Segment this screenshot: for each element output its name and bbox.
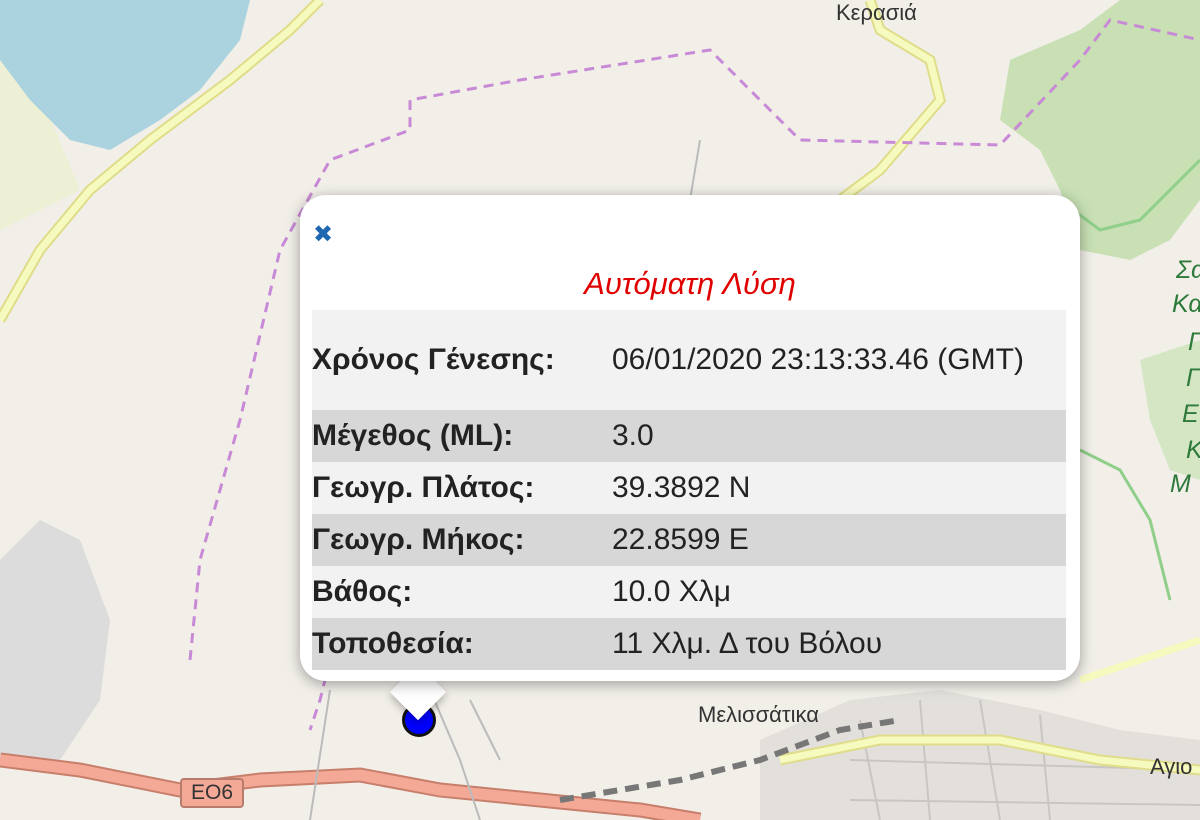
place-label-green-6: Κ (1186, 436, 1200, 465)
popup-close-button[interactable]: ✖ (312, 223, 334, 247)
location-value: 11 Χλμ. Δ του Βόλου (612, 627, 883, 660)
table-row: Τοποθεσία: 11 Χλμ. Δ του Βόλου (312, 618, 1066, 670)
depth-label: Βάθος: (312, 575, 413, 608)
depth-value: 10.0 Χλμ (612, 575, 732, 608)
longitude-label: Γεωγρ. Μήκος: (312, 523, 525, 556)
road-shield-eo6: EO6 (180, 778, 244, 808)
place-label-kerasia: Κερασιά (836, 0, 917, 25)
latitude-value: 39.3892 N (612, 471, 751, 504)
place-label-green-7: Μ (1170, 470, 1191, 498)
popup-title: Αυτόματη Λύση (584, 266, 796, 301)
table-row: Βάθος: 10.0 Χλμ (312, 566, 1066, 618)
magnitude-label: Μέγεθος (ML): (312, 419, 514, 452)
origin-time-value: 06/01/2020 23:13:33.46 (GMT) (612, 343, 1024, 376)
place-label-green-1: Σα (1176, 256, 1200, 284)
latitude-label: Γεωγρ. Πλάτος: (312, 471, 535, 504)
table-row: Χρόνος Γένεσης: 06/01/2020 23:13:33.46 (… (312, 310, 1066, 410)
place-label-green-5: Ε (1182, 400, 1199, 428)
table-row: Γεωγρ. Μήκος: 22.8599 E (312, 514, 1066, 566)
earthquake-info-table: Χρόνος Γένεσης: 06/01/2020 23:13:33.46 (… (312, 310, 1066, 670)
place-label-green-3: Γ (1188, 328, 1200, 357)
location-label: Τοποθεσία: (312, 627, 474, 660)
place-label-melissatika: Μελισσάτικα (698, 702, 819, 727)
table-row: Γεωγρ. Πλάτος: 39.3892 N (312, 462, 1066, 514)
origin-time-label: Χρόνος Γένεσης: (312, 343, 555, 376)
magnitude-value: 3.0 (612, 419, 654, 452)
place-label-agi: Αγιο (1150, 754, 1193, 779)
place-label-green-2: Κα (1172, 290, 1200, 318)
place-label-green-4: Γ (1186, 364, 1200, 392)
table-row: Μέγεθος (ML): 3.0 (312, 410, 1066, 462)
longitude-value: 22.8599 E (612, 523, 749, 556)
